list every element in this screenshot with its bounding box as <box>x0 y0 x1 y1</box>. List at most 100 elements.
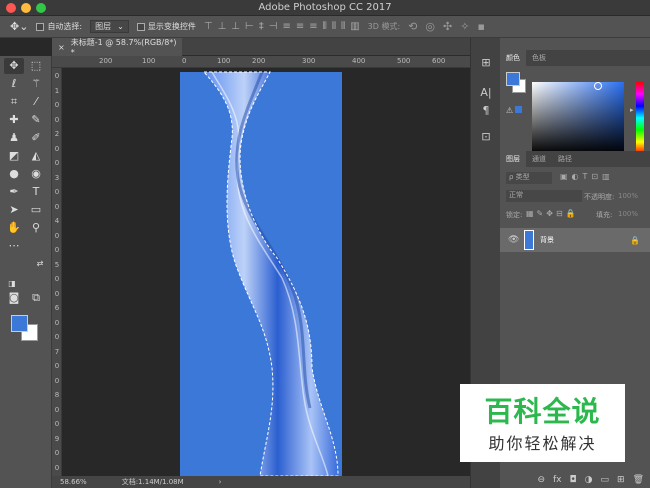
blend-mode-dropdown[interactable]: 正常 <box>506 190 582 202</box>
drag-3d-icon[interactable]: ✣ <box>443 20 452 33</box>
crop-tool-icon[interactable]: ⌗ <box>4 94 24 110</box>
distribute-vcenter-icon[interactable]: ≡ <box>296 21 304 32</box>
new-group-icon[interactable]: ▭ <box>601 475 610 485</box>
layer-style-icon[interactable]: fx <box>553 475 562 485</box>
lock-label: 锁定: <box>506 211 523 219</box>
character-panel-icon[interactable]: A| <box>479 86 493 100</box>
layer-filter-icons[interactable]: ▣◐T⊡▥ <box>560 172 614 181</box>
hand-tool-icon[interactable]: ✋ <box>4 220 24 236</box>
fill-value[interactable]: 100% <box>618 210 638 218</box>
checkbox-icon <box>36 22 45 31</box>
ruler-tick: 500 <box>397 57 411 65</box>
healing-brush-tool-icon[interactable]: ✚ <box>4 112 24 128</box>
distribute-bottom-icon[interactable]: ≡ <box>309 21 317 32</box>
show-transform-checkbox[interactable]: 显示变换控件 <box>136 21 196 32</box>
history-brush-tool-icon[interactable]: ✐ <box>26 130 46 146</box>
eraser-tool-icon[interactable]: ◩ <box>4 148 24 164</box>
move-tool-icon[interactable]: ✥ <box>4 58 24 74</box>
document-tab-title: 未标题-1 @ 58.7%(RGB/8*) * <box>70 38 177 57</box>
tab-color[interactable]: 颜色 <box>500 50 526 66</box>
history-panel-icon[interactable]: ⊞ <box>479 56 493 70</box>
layer-kind-filter[interactable]: ρ 类型 <box>506 172 552 184</box>
eyedropper-tool-icon[interactable]: ⁄ <box>26 94 46 110</box>
layers-bottom-toolbar: ⊖ fx ◘ ◑ ▭ ⊞ 🗑 <box>500 472 650 488</box>
tab-channels[interactable]: 通道 <box>526 151 552 167</box>
status-menu-arrow-icon[interactable]: › <box>219 478 222 486</box>
align-bottom-icon[interactable]: ⊥ <box>231 21 240 32</box>
layer-row-background[interactable]: 👁 背景 🔒 <box>500 228 650 252</box>
ruler-tick: 0 <box>54 231 60 240</box>
title-bar: Adobe Photoshop CC 2017 <box>0 0 650 16</box>
lasso-tool-icon[interactable]: ℓ <box>4 76 24 92</box>
tab-layers[interactable]: 图层 <box>500 151 526 167</box>
ruler-tick: 200 <box>99 57 113 65</box>
align-left-icon[interactable]: ⊢ <box>245 21 254 32</box>
distribute-left-icon[interactable]: ⫴ <box>323 21 327 32</box>
paragraph-panel-icon[interactable]: ¶ <box>479 104 493 118</box>
watermark-title: 百科全说 <box>484 395 601 428</box>
dodge-tool-icon[interactable]: ◉ <box>26 166 46 182</box>
magic-wand-tool-icon[interactable]: ⚚ <box>26 76 46 92</box>
align-top-icon[interactable]: ⊤ <box>204 21 213 32</box>
adjustments-panel-icon[interactable]: ⊡ <box>479 130 493 144</box>
ruler-tick: 0 <box>54 159 60 167</box>
hue-slider[interactable] <box>636 82 644 154</box>
paint-bucket-tool-icon[interactable]: ◭ <box>26 148 46 164</box>
layer-name[interactable]: 背景 <box>540 235 554 245</box>
add-mask-icon[interactable]: ◘ <box>570 475 577 485</box>
ruler-tick: 0 <box>54 188 60 196</box>
screen-mode-icon[interactable]: ⧉ <box>26 290 46 306</box>
scale-3d-icon[interactable]: ▪ <box>477 20 484 33</box>
move-tool-icon[interactable]: ✥⌄ <box>10 20 28 33</box>
chevron-down-icon: ⌄ <box>117 22 124 31</box>
canvas-area[interactable] <box>62 68 470 477</box>
lock-icons[interactable]: ▦✎✥⊟🔒 <box>526 209 579 218</box>
foreground-color-swatch[interactable] <box>11 315 28 332</box>
hue-slider-handle-icon[interactable]: ▸ <box>630 106 634 114</box>
type-tool-icon[interactable]: T <box>26 184 46 200</box>
quick-mask-icon[interactable]: ◙ <box>4 290 24 306</box>
ruler-tick: 0 <box>54 362 60 370</box>
panel-foreground-swatch[interactable] <box>506 72 520 86</box>
align-hcenter-icon[interactable]: ‡ <box>259 21 264 32</box>
color-picker-cursor[interactable] <box>594 82 602 90</box>
swap-colors-icon[interactable]: ⇄ <box>30 256 50 272</box>
close-tab-icon[interactable]: × <box>58 43 65 52</box>
distribute-hcenter-icon[interactable]: ⫴ <box>332 21 336 32</box>
gamut-warning-icon[interactable]: ⚠ <box>506 106 523 115</box>
lock-icon: 🔒 <box>630 235 640 245</box>
ruler-tick: 600 <box>432 57 446 65</box>
tab-swatches[interactable]: 色板 <box>526 50 552 66</box>
auto-align-icon[interactable]: ▥ <box>350 21 359 32</box>
document-canvas[interactable] <box>62 68 470 477</box>
align-vcenter-icon[interactable]: ⊥ <box>218 21 227 32</box>
roll-3d-icon[interactable]: ◎ <box>425 20 435 33</box>
blur-tool-icon[interactable]: ● <box>4 166 24 182</box>
clone-stamp-tool-icon[interactable]: ♟ <box>4 130 24 146</box>
align-right-icon[interactable]: ⊣ <box>269 21 278 32</box>
more-tools-icon[interactable]: ⋯ <box>4 238 24 254</box>
document-info: 文档:1.14M/1.08M <box>121 478 184 486</box>
marquee-tool-icon[interactable]: ⬚ <box>26 58 46 74</box>
pen-tool-icon[interactable]: ✒ <box>4 184 24 200</box>
link-layers-icon[interactable]: ⊖ <box>537 475 545 485</box>
distribute-right-icon[interactable]: ⫴ <box>341 21 345 32</box>
brush-tool-icon[interactable]: ✎ <box>26 112 46 128</box>
zoom-level[interactable]: 58.66% <box>60 478 87 486</box>
eye-visibility-icon[interactable]: 👁 <box>508 235 519 245</box>
trash-icon[interactable]: 🗑 <box>633 475 644 485</box>
document-tab[interactable]: × 未标题-1 @ 58.7%(RGB/8*) * <box>52 38 182 57</box>
new-layer-icon[interactable]: ⊞ <box>617 475 625 485</box>
opacity-value[interactable]: 100% <box>618 192 638 200</box>
distribute-top-icon[interactable]: ≡ <box>282 21 290 32</box>
layer-select-dropdown[interactable]: 图层 ⌄ <box>90 20 129 33</box>
rectangle-tool-icon[interactable]: ▭ <box>26 202 46 218</box>
rotate-3d-icon[interactable]: ⟲ <box>408 20 417 33</box>
path-selection-tool-icon[interactable]: ➤ <box>4 202 24 218</box>
adjustment-layer-icon[interactable]: ◑ <box>585 475 593 485</box>
slide-3d-icon[interactable]: ✧ <box>460 20 469 33</box>
tab-paths[interactable]: 路径 <box>552 151 578 167</box>
auto-select-checkbox[interactable]: 自动选择: <box>36 21 82 32</box>
zoom-tool-icon[interactable]: ⚲ <box>26 220 46 236</box>
color-picker-field[interactable] <box>532 82 624 154</box>
